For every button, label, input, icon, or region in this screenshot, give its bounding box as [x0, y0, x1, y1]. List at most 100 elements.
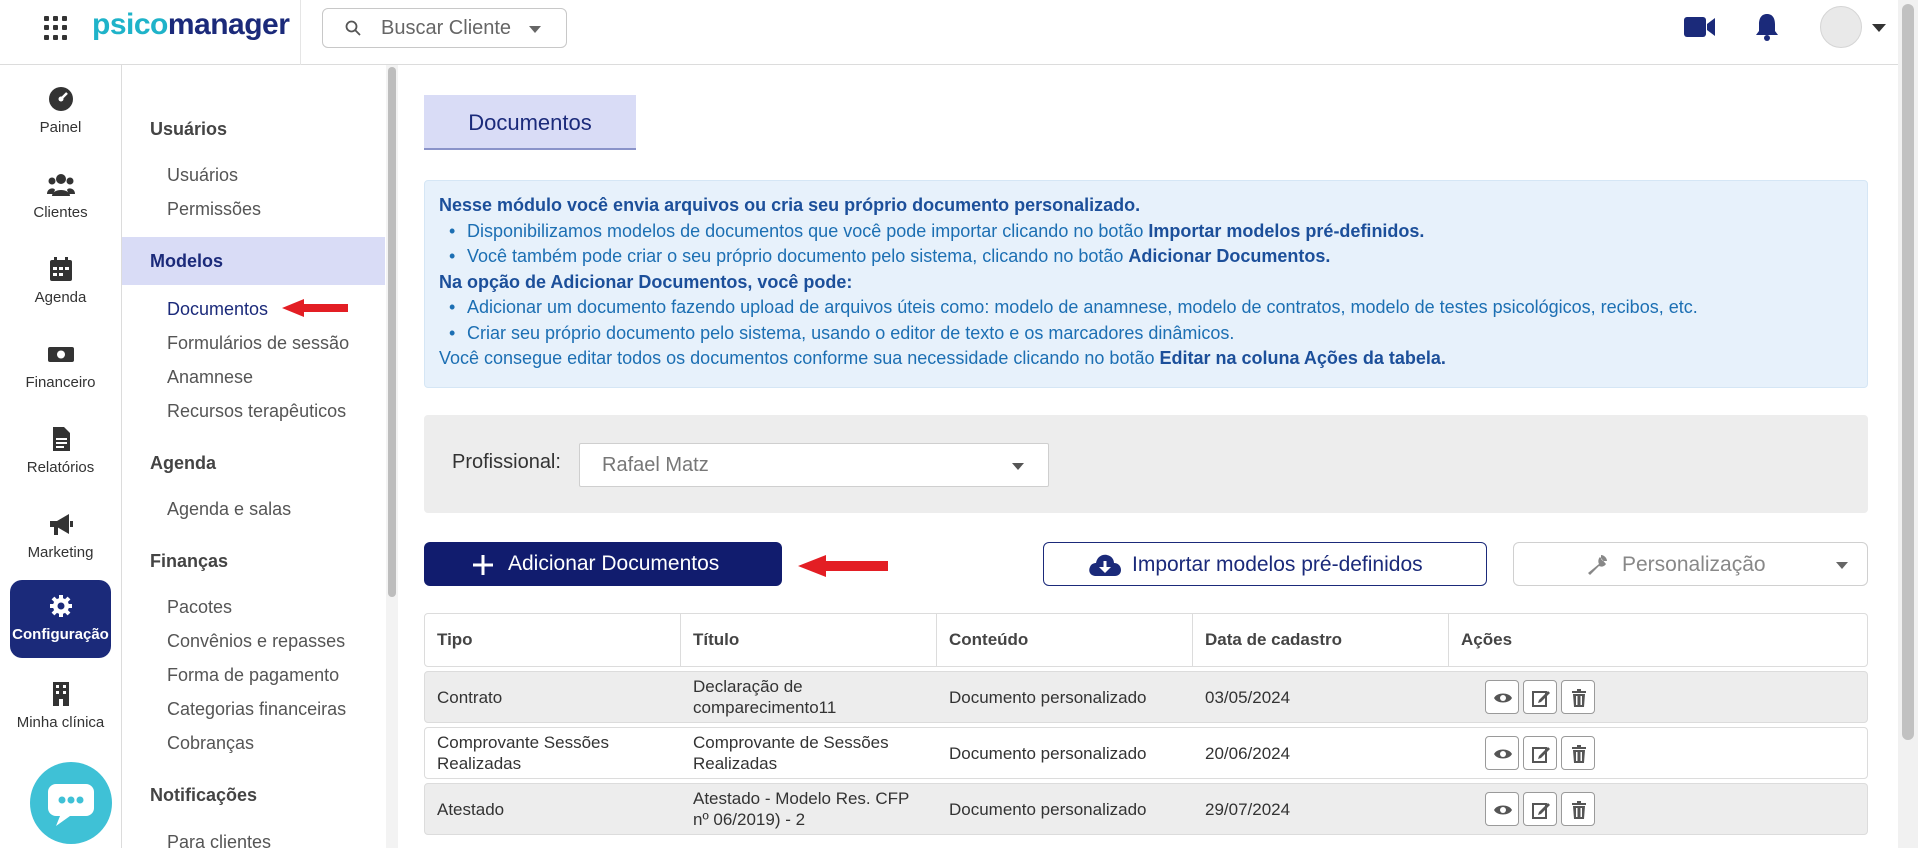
section-financas: Finanças: [150, 551, 229, 571]
column-header-conteudo[interactable]: Conteúdo: [937, 614, 1193, 666]
sidebar-item-para-clientes[interactable]: Para clientes: [167, 832, 271, 853]
nav-agenda[interactable]: Agenda: [10, 243, 111, 321]
chevron-down-icon: [1836, 562, 1848, 569]
eye-icon: [1494, 805, 1512, 815]
table-row: Comprovante Sessões Realizadas Comprovan…: [424, 727, 1868, 779]
report-icon: [52, 427, 70, 451]
profissional-select[interactable]: Rafael Matz: [579, 443, 1049, 487]
sidebar-item-categorias[interactable]: Categorias financeiras: [167, 699, 346, 720]
cell-titulo: Atestado - Modelo Res. CFP nº 06/2019) -…: [693, 789, 910, 829]
annotation-arrow-icon: [282, 299, 348, 317]
view-button[interactable]: [1485, 680, 1519, 714]
section-agenda: Agenda: [150, 453, 217, 473]
column-header-acoes: Ações: [1461, 630, 1513, 649]
chat-support-button[interactable]: [30, 762, 112, 844]
cell-conteudo: Documento personalizado: [949, 799, 1147, 819]
trash-icon: [1572, 689, 1586, 707]
nav-label: Minha clínica: [16, 714, 105, 731]
sidebar-item-anamnese[interactable]: Anamnese: [167, 367, 253, 388]
sidebar-item-agenda-salas[interactable]: Agenda e salas: [167, 499, 291, 520]
avatar[interactable]: [1820, 6, 1862, 48]
chevron-down-icon: [529, 26, 541, 33]
view-button[interactable]: [1485, 736, 1519, 770]
sidebar-item-forma-pagamento[interactable]: Forma de pagamento: [167, 665, 339, 686]
cell-tipo: Contrato: [437, 687, 503, 707]
building-icon: [52, 682, 69, 706]
nav-label: Marketing: [27, 544, 94, 561]
sidebar-item-cobrancas[interactable]: Cobranças: [167, 733, 254, 754]
delete-button[interactable]: [1561, 736, 1595, 770]
section-modelos[interactable]: Modelos: [122, 237, 385, 285]
sidebar-item-usuarios[interactable]: Usuários: [167, 165, 238, 186]
info-line: Na opção de Adicionar Documentos, você p…: [439, 271, 853, 292]
sidebar-scrollbar[interactable]: [386, 65, 398, 848]
sidebar-item-recursos[interactable]: Recursos terapêuticos: [167, 401, 346, 422]
logo-part-1: psico: [92, 8, 168, 41]
nav-painel[interactable]: Painel: [10, 73, 111, 151]
column-header-tipo[interactable]: Tipo: [425, 614, 681, 666]
eye-icon: [1494, 749, 1512, 759]
top-bar: psicomanager Buscar Cliente: [0, 0, 1898, 65]
trash-icon: [1572, 745, 1586, 763]
nav-label: Relatórios: [26, 459, 95, 476]
tab-documentos[interactable]: Documentos: [424, 95, 636, 150]
chevron-down-icon: [1012, 463, 1024, 470]
user-menu-caret-icon[interactable]: [1872, 24, 1886, 32]
cell-titulo: Declaração de comparecimento11: [693, 677, 837, 717]
trash-icon: [1572, 801, 1586, 819]
column-header-titulo[interactable]: Título: [681, 614, 937, 666]
app-logo[interactable]: psicomanager: [92, 8, 290, 42]
delete-button[interactable]: [1561, 792, 1595, 826]
search-placeholder: Buscar Cliente: [381, 17, 512, 39]
view-button[interactable]: [1485, 792, 1519, 826]
nav-clientes[interactable]: Clientes: [10, 158, 111, 236]
cell-conteudo: Documento personalizado: [949, 687, 1147, 707]
nav-label: Clientes: [33, 204, 88, 221]
info-panel: Nesse módulo você envia arquivos ou cria…: [424, 180, 1868, 388]
nav-financeiro[interactable]: Financeiro: [10, 328, 111, 406]
delete-button[interactable]: [1561, 680, 1595, 714]
sidebar-item-permissoes[interactable]: Permissões: [167, 199, 261, 220]
main-content: Documentos Nesse módulo você envia arqui…: [398, 65, 1898, 848]
sidebar-item-pacotes[interactable]: Pacotes: [167, 597, 232, 618]
nav-label: Financeiro: [25, 374, 96, 391]
info-bullet: Adicionar um documento fazendo upload de…: [449, 295, 1853, 321]
topbar-divider: [300, 0, 301, 65]
documents-table: Tipo Título Conteúdo Data de cadastro Aç…: [424, 613, 1868, 835]
sidebar-item-convenios[interactable]: Convênios e repasses: [167, 631, 345, 652]
personalizacao-dropdown[interactable]: Personalização: [1513, 542, 1868, 586]
calendar-icon: [49, 257, 72, 281]
main-nav-rail: Painel Clientes Agenda Financeiro Relató…: [0, 65, 122, 848]
nav-minha-clinica[interactable]: Minha clínica: [10, 668, 111, 746]
edit-button[interactable]: [1523, 736, 1557, 770]
column-header-data[interactable]: Data de cadastro: [1193, 614, 1449, 666]
apps-grid-icon[interactable]: [44, 16, 68, 40]
nav-label: Agenda: [34, 289, 87, 306]
add-documents-button[interactable]: Adicionar Documentos: [424, 542, 782, 586]
nav-relatorios[interactable]: Relatórios: [10, 413, 111, 491]
nav-marketing[interactable]: Marketing: [10, 498, 111, 576]
cell-conteudo: Documento personalizado: [949, 743, 1147, 763]
page-scrollbar[interactable]: [1898, 0, 1918, 848]
personalizacao-label: Personalização: [1622, 553, 1766, 576]
add-documents-label: Adicionar Documentos: [508, 552, 720, 575]
video-camera-icon[interactable]: [1684, 16, 1716, 38]
import-templates-button[interactable]: Importar modelos pré-definidos: [1043, 542, 1487, 586]
edit-button[interactable]: [1523, 792, 1557, 826]
client-search-select[interactable]: Buscar Cliente: [322, 8, 567, 48]
chat-icon: [48, 784, 94, 826]
nav-configuracao[interactable]: Configuração: [10, 580, 111, 658]
nav-label: Configuração: [12, 626, 109, 643]
annotation-arrow-icon: [798, 555, 888, 577]
info-bullet: Disponibilizamos modelos de documentos q…: [449, 219, 1853, 245]
filter-panel: Profissional: Rafael Matz: [424, 415, 1868, 513]
edit-button[interactable]: [1523, 680, 1557, 714]
search-icon: [345, 20, 361, 36]
bell-icon[interactable]: [1754, 12, 1780, 42]
sidebar-item-documentos[interactable]: Documentos: [167, 299, 268, 320]
plus-icon: [473, 555, 493, 575]
section-usuarios: Usuários: [150, 119, 228, 139]
sidebar-item-formularios[interactable]: Formulários de sessão: [167, 333, 349, 354]
settings-sidebar: Usuários Usuários Permissões Modelos Doc…: [122, 65, 387, 852]
table-row: Atestado Atestado - Modelo Res. CFP nº 0…: [424, 783, 1868, 835]
